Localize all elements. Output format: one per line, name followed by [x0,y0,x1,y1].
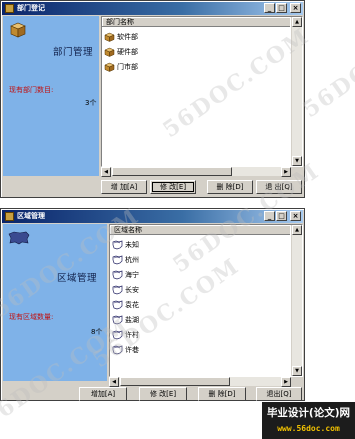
minimize-button[interactable]: _ [264,211,275,221]
list-item[interactable]: 海宁 [112,267,290,282]
list-item-label: 长安 [125,285,139,294]
list-item[interactable]: 门市部 [104,59,290,74]
region-add-button[interactable]: 增加[A] [79,387,127,401]
department-delete-button[interactable]: 删 除[D] [207,180,253,194]
department-rows: 软件部 硬件部 门市部 [104,29,290,74]
region-window: 区域管理 _ □ × 区域管理 现有区域数量: 8个 区域名称 未知杭州海宁长安… [0,208,305,401]
scroll-left-arrow-icon[interactable]: ◀ [101,167,111,177]
site-logo-url: www.56doc.com [277,424,340,433]
list-item[interactable]: 杭州 [112,252,290,267]
department-edit-button[interactable]: 修 改[E] [150,180,196,194]
app-icon [5,212,14,221]
department-window-titlebar[interactable]: 部门登记 _ □ × [2,2,303,15]
list-item[interactable]: 硬件部 [104,44,290,59]
box-icon [104,47,115,57]
department-count-label: 现有部门数目: [9,86,54,94]
region-panel-title: 区域管理 [57,273,98,284]
maximize-button[interactable]: □ [276,3,287,13]
list-item[interactable]: 长安 [112,282,290,297]
map-icon [112,330,123,339]
box-icon [104,62,115,72]
scroll-up-arrow-icon[interactable]: ▲ [292,17,302,27]
list-item[interactable]: 未知 [112,237,290,252]
close-button[interactable]: × [290,211,301,221]
department-hscroll-thumb[interactable] [112,167,232,176]
region-delete-button[interactable]: 删 除[D] [198,387,246,401]
scroll-down-arrow-icon[interactable]: ▼ [292,156,302,166]
list-item-label: 门市部 [117,62,138,71]
list-item-label: 杭州 [125,255,139,264]
close-button[interactable]: × [290,3,301,13]
list-item-label: 未知 [125,240,139,249]
list-item[interactable]: 袁花 [112,297,290,312]
department-list[interactable]: 部门名称 软件部硬件部门市部 ▲ ▼ [101,16,303,167]
department-column-header[interactable]: 部门名称 [102,17,290,27]
app-icon [5,4,14,13]
map-icon [112,255,123,264]
site-logo[interactable]: 毕业设计(论文)网 www.56doc.com [262,402,355,439]
department-exit-button[interactable]: 退 出[Q] [256,180,302,194]
maximize-button[interactable]: □ [276,211,287,221]
department-window: 部门登记 _ □ × 部门管理 现有部门数目: 3个 部门名称 软件部硬件部门市… [0,0,305,198]
region-rows: 未知杭州海宁长安袁花盐湖许村许巷 [112,237,290,357]
department-window-title: 部门登记 [17,4,45,12]
scroll-right-arrow-icon[interactable]: ▶ [281,377,291,387]
list-item-label: 袁花 [125,300,139,309]
map-icon [8,231,30,245]
map-icon [112,285,123,294]
site-logo-title: 毕业设计(论文)网 [266,407,351,419]
list-item-label: 盐湖 [125,315,139,324]
list-item-label: 许村 [125,330,139,339]
region-hscroll-thumb[interactable] [120,377,230,386]
list-item-label: 海宁 [125,270,139,279]
scroll-up-arrow-icon[interactable]: ▲ [292,225,302,235]
department-add-button[interactable]: 增 加[A] [101,180,147,194]
region-window-title: 区域管理 [17,212,45,220]
map-icon [112,345,123,354]
map-icon [112,300,123,309]
region-list-vscroll[interactable]: ▲ ▼ [291,225,302,376]
region-column-header[interactable]: 区域名称 [110,225,290,235]
list-item-label: 许巷 [125,345,139,354]
list-item[interactable]: 许巷 [112,342,290,357]
department-list-hscroll[interactable]: ◀ ▶ [101,167,291,177]
minimize-button[interactable]: _ [264,3,275,13]
region-list[interactable]: 区域名称 未知杭州海宁长安袁花盐湖许村许巷 ▲ ▼ [109,224,303,377]
scroll-down-arrow-icon[interactable]: ▼ [292,366,302,376]
map-icon [112,315,123,324]
department-list-vscroll[interactable]: ▲ ▼ [291,17,302,166]
department-panel-title: 部门管理 [53,47,94,58]
list-item[interactable]: 许村 [112,327,290,342]
box-icon [104,32,115,42]
list-item-label: 硬件部 [117,47,138,56]
department-info-panel: 部门管理 现有部门数目: 3个 [3,16,99,176]
list-item[interactable]: 软件部 [104,29,290,44]
region-list-hscroll[interactable]: ◀ ▶ [109,377,291,387]
map-icon [112,240,123,249]
region-count-label: 现有区域数量: [9,313,54,321]
watermark: 56DOC.COM [298,2,355,124]
list-item-label: 软件部 [117,32,138,41]
region-count-value: 8个 [91,328,103,336]
region-window-titlebar[interactable]: 区域管理 _ □ × [2,210,303,223]
department-count-value: 3个 [85,99,97,107]
list-item[interactable]: 盐湖 [112,312,290,327]
scroll-right-arrow-icon[interactable]: ▶ [281,167,291,177]
region-exit-button[interactable]: 退出[Q] [256,387,302,401]
scroll-left-arrow-icon[interactable]: ◀ [109,377,119,387]
region-edit-button[interactable]: 修 改[E] [139,387,187,401]
region-info-panel: 区域管理 现有区域数量: 8个 [3,224,107,381]
box-icon [10,22,26,38]
map-icon [112,270,123,279]
